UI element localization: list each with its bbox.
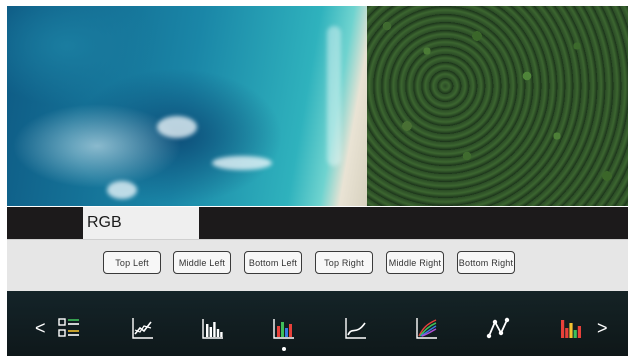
color-bars-icon[interactable] bbox=[559, 316, 583, 340]
bottom-right-button[interactable]: Bottom Right bbox=[457, 251, 515, 274]
top-left-button[interactable]: Top Left bbox=[103, 251, 161, 274]
active-indicator bbox=[282, 347, 286, 351]
histogram-icon[interactable] bbox=[201, 316, 225, 340]
bottom-toolbar bbox=[7, 291, 628, 356]
middle-left-button[interactable]: Middle Left bbox=[173, 251, 231, 274]
rgb-curves-icon[interactable] bbox=[415, 316, 439, 340]
checklist-icon[interactable] bbox=[57, 316, 81, 340]
node-graph-icon[interactable] bbox=[486, 316, 510, 340]
prev-arrow[interactable]: < bbox=[35, 318, 46, 338]
rgb-histogram-icon[interactable] bbox=[272, 316, 296, 340]
curve-graph-icon[interactable] bbox=[344, 316, 368, 340]
screen: RGB Histogram Top Left Middle Left Botto… bbox=[0, 0, 628, 356]
next-arrow[interactable]: > bbox=[597, 318, 608, 338]
line-chart-icon[interactable] bbox=[131, 316, 155, 340]
top-right-button[interactable]: Top Right bbox=[315, 251, 373, 274]
bottom-left-button[interactable]: Bottom Left bbox=[244, 251, 302, 274]
middle-right-button[interactable]: Middle Right bbox=[386, 251, 444, 274]
panel-title: RGB Histogram bbox=[83, 207, 199, 263]
aerial-photo bbox=[7, 6, 628, 206]
